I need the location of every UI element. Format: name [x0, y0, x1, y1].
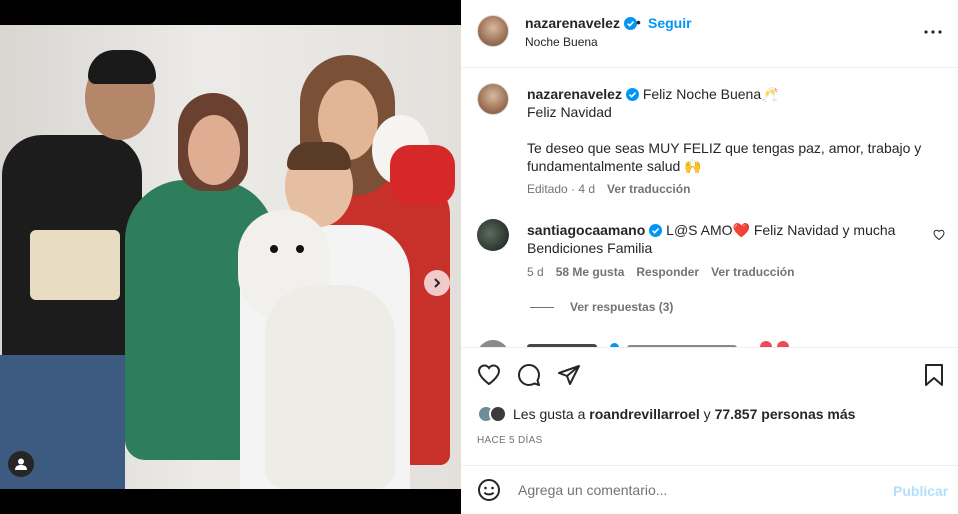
comment-translate-link[interactable]: Ver traducción — [711, 265, 794, 279]
replies-divider — [530, 306, 554, 308]
instagram-post-modal: nazarenavelez • Seguir Noche Buena nazar… — [0, 0, 958, 514]
verified-badge-icon — [623, 17, 637, 30]
header-separator: • — [636, 14, 641, 30]
photo-panel — [0, 0, 461, 514]
post-location[interactable]: Noche Buena — [525, 35, 598, 49]
likes-text: Les gusta a roandrevillarroel y 77.857 p… — [513, 406, 855, 422]
caption: nazarenavelez Feliz Noche Buena🥂 Feliz N… — [527, 85, 927, 175]
save-bookmark-icon[interactable] — [922, 363, 946, 387]
caption-username[interactable]: nazarenavelez — [527, 86, 622, 102]
liker-username[interactable]: roandrevillarroel — [589, 406, 700, 422]
more-options-button[interactable] — [921, 22, 945, 42]
comment-meta: 5 d 58 Me gusta Responder Ver traducción — [527, 265, 794, 279]
like-comment-heart-icon[interactable] — [933, 229, 945, 241]
comment-reply-link[interactable]: Responder — [636, 265, 699, 279]
commenter-avatar[interactable] — [477, 219, 509, 251]
emoji-icon[interactable] — [477, 478, 501, 502]
post-photo[interactable] — [0, 25, 461, 489]
comments-section[interactable]: nazarenavelez Feliz Noche Buena🥂 Feliz N… — [461, 68, 958, 347]
likes-prefix: Les gusta a — [513, 406, 586, 422]
add-comment-bar: Publicar — [461, 465, 958, 514]
caption-avatar[interactable] — [477, 83, 509, 115]
comment-input[interactable] — [516, 479, 840, 501]
liker-avatar — [489, 405, 507, 423]
likes-count[interactable]: 77.857 personas más — [715, 406, 856, 422]
comment-bubble-icon[interactable] — [517, 363, 541, 387]
share-send-icon[interactable] — [557, 363, 581, 387]
verified-badge-icon — [649, 224, 663, 237]
caption-title: Feliz Noche Buena🥂 — [642, 86, 779, 102]
more-horizontal-icon — [924, 30, 942, 34]
verified-badge-icon — [625, 88, 639, 101]
comment-time[interactable]: 5 d — [527, 265, 544, 279]
post-actions: Les gusta a roandrevillarroel y 77.857 p… — [461, 347, 958, 466]
post-header: nazarenavelez • Seguir Noche Buena — [461, 0, 958, 68]
user-icon — [15, 458, 27, 470]
post-date[interactable]: HACE 5 DÍAS — [477, 435, 543, 446]
comment: santiagocaamano L@S AMO❤️ Feliz Navidad … — [527, 221, 927, 257]
author-username[interactable]: nazarenavelez — [525, 15, 637, 31]
likes-and: y — [703, 406, 711, 422]
carousel-next-button[interactable] — [424, 270, 450, 296]
caption-meta: Editado · 4 d Ver traducción — [527, 182, 690, 196]
comment-username[interactable]: santiagocaamano — [527, 222, 645, 238]
caption-translate-link[interactable]: Ver traducción — [607, 182, 690, 196]
tagged-users-button[interactable] — [8, 451, 34, 477]
view-replies-button[interactable]: Ver respuestas (3) — [530, 300, 673, 314]
publish-button[interactable]: Publicar — [893, 483, 948, 499]
likes-summary: Les gusta a roandrevillarroel y 77.857 p… — [477, 405, 855, 423]
chevron-right-icon — [434, 278, 441, 288]
comment-likes[interactable]: 58 Me gusta — [556, 265, 625, 279]
post-side-panel: nazarenavelez • Seguir Noche Buena nazar… — [461, 0, 958, 514]
caption-line2: Feliz Navidad — [527, 104, 612, 120]
follow-button[interactable]: Seguir — [648, 15, 692, 31]
like-heart-icon[interactable] — [477, 363, 501, 387]
caption-edited: Editado · 4 d — [527, 182, 596, 196]
view-replies-label: Ver respuestas (3) — [570, 300, 674, 314]
caption-body: Te deseo que seas MUY FELIZ que tengas p… — [527, 140, 922, 174]
partial-next-comment — [477, 338, 937, 347]
author-avatar[interactable] — [477, 15, 509, 47]
